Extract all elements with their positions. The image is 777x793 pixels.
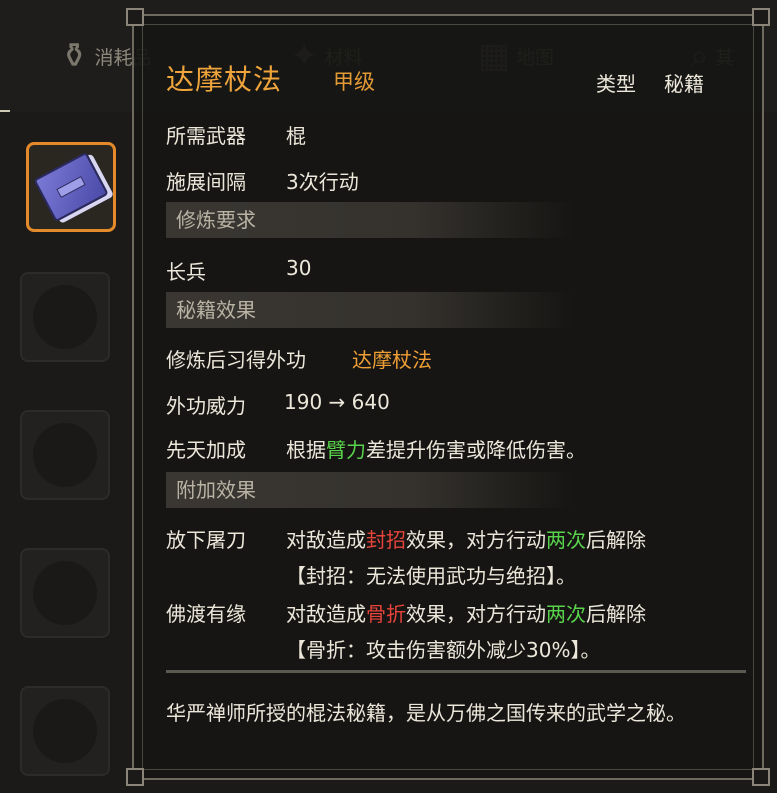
panel-corner xyxy=(752,8,770,26)
innate-bonus-row: 先天加成 根据臂力差提升伤害或降低伤害。 xyxy=(166,434,586,463)
required-weapon-value: 棍 xyxy=(286,124,306,148)
description-divider xyxy=(166,670,746,673)
bonus-effect-1-detail: 【封招：无法使用武功与绝招】。 xyxy=(286,564,576,588)
bonus-effect-1: 放下屠刀 对敌造成封招效果，对方行动两次后解除 【封招：无法使用武功与绝招】。 xyxy=(166,524,646,588)
skill-power-value: 190 → 640 xyxy=(284,390,390,414)
item-type-label: 类型 xyxy=(596,72,636,96)
requirement-value: 30 xyxy=(286,256,312,280)
panel-corner xyxy=(126,8,144,26)
learned-skill-label: 修炼后习得外功 xyxy=(166,348,306,372)
skill-power-row: 外功威力 190 → 640 xyxy=(166,390,390,419)
panel-corner xyxy=(126,768,144,786)
bonus-effect-2: 佛渡有缘 对敌造成骨折效果，对方行动两次后解除 【骨折：攻击伤害额外减少30%】… xyxy=(166,598,646,662)
item-name: 达摩杖法 xyxy=(166,63,283,96)
active-tab-indicator xyxy=(0,110,10,112)
inventory-slot-selected[interactable] xyxy=(26,142,116,232)
section-header-bonus: 附加效果 xyxy=(166,472,574,508)
item-description: 华严禅师所授的棍法秘籍，是从万佛之国传来的武学之秘。 xyxy=(166,701,686,725)
inventory-slot[interactable] xyxy=(20,272,110,362)
potion-icon: ⚱ xyxy=(60,36,89,76)
panel-corner xyxy=(752,768,770,786)
bonus-effect-2-detail: 【骨折：攻击伤害额外减少30%】。 xyxy=(286,638,601,662)
item-tooltip-panel: 达摩杖法 甲级 类型 秘籍 所需武器 棍 施展间隔 3次行动 修炼要求 长兵 3… xyxy=(126,8,770,786)
bonus-effect-2-text: 对敌造成骨折效果，对方行动两次后解除 xyxy=(286,602,646,626)
learned-skill-value: 达摩杖法 xyxy=(352,348,432,372)
bonus-effect-2-name: 佛渡有缘 xyxy=(166,602,246,626)
innate-bonus-text: 根据臂力差提升伤害或降低伤害。 xyxy=(286,438,586,462)
item-grade: 甲级 xyxy=(333,70,375,94)
innate-bonus-label: 先天加成 xyxy=(166,438,246,462)
required-weapon-label: 所需武器 xyxy=(166,124,246,148)
skill-power-label: 外功威力 xyxy=(166,394,246,418)
section-header-effect: 秘籍效果 xyxy=(166,292,574,328)
bonus-effect-1-name: 放下屠刀 xyxy=(166,528,246,552)
requirement-row: 长兵 30 xyxy=(166,256,311,285)
innate-bonus-attribute: 臂力 xyxy=(326,438,366,462)
item-type-value: 秘籍 xyxy=(664,72,704,96)
required-weapon-row: 所需武器 棍 xyxy=(166,120,306,149)
cast-interval-value: 3次行动 xyxy=(286,170,359,194)
section-header-requirement: 修炼要求 xyxy=(166,202,574,238)
inventory-slot[interactable] xyxy=(20,686,110,776)
bonus-effect-1-text: 对敌造成封招效果，对方行动两次后解除 xyxy=(286,528,646,552)
book-icon xyxy=(33,151,109,223)
learned-skill-row: 修炼后习得外功 达摩杖法 xyxy=(166,344,432,373)
inventory-slot[interactable] xyxy=(20,548,110,638)
cast-interval-label: 施展间隔 xyxy=(166,170,246,194)
requirement-label: 长兵 xyxy=(166,260,206,284)
inventory-slot[interactable] xyxy=(20,410,110,500)
cast-interval-row: 施展间隔 3次行动 xyxy=(166,166,359,195)
